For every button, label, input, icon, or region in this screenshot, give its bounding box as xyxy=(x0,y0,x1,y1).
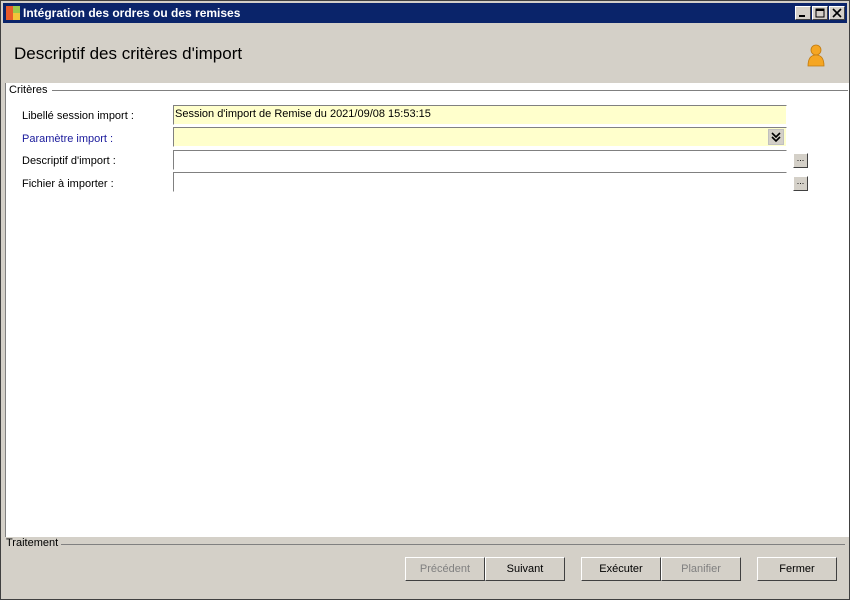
double-chevron-down-icon xyxy=(771,132,781,143)
criteria-panel: Critères Libellé session import : Sessio… xyxy=(5,83,849,537)
import-descriptor-label: Descriptif d'import : xyxy=(22,155,116,167)
app-icon xyxy=(6,6,20,20)
file-browse-button[interactable]: ... xyxy=(793,176,808,191)
close-icon xyxy=(832,8,842,18)
session-label: Libellé session import : xyxy=(22,110,134,122)
window-title: Intégration des ordres ou des remises xyxy=(23,6,241,20)
file-to-import-input[interactable] xyxy=(173,172,787,192)
next-button[interactable]: Suivant xyxy=(485,557,565,581)
minimize-button[interactable] xyxy=(795,6,811,20)
close-button[interactable]: Fermer xyxy=(757,557,837,581)
session-label-input[interactable]: Session d'import de Remise du 2021/09/08… xyxy=(173,105,787,125)
import-parameter-select[interactable] xyxy=(173,127,787,147)
criteria-legend: Critères xyxy=(9,84,52,96)
title-bar[interactable]: Intégration des ordres ou des remises xyxy=(3,3,847,23)
maximize-icon xyxy=(815,8,825,18)
page-header: Descriptif des critères d'import xyxy=(3,23,847,83)
processing-legend: Traitement xyxy=(6,537,62,549)
maximize-button[interactable] xyxy=(812,6,828,20)
user-icon xyxy=(807,44,825,67)
previous-button[interactable]: Précédent xyxy=(405,557,485,581)
criteria-divider xyxy=(52,90,848,91)
processing-divider xyxy=(61,544,845,545)
schedule-button[interactable]: Planifier xyxy=(661,557,741,581)
execute-button[interactable]: Exécuter xyxy=(581,557,661,581)
page-title: Descriptif des critères d'import xyxy=(14,44,243,63)
processing-footer: Traitement Précédent Suivant Exécuter Pl… xyxy=(3,537,847,597)
import-parameter-label[interactable]: Paramètre import : xyxy=(22,133,113,145)
import-descriptor-browse-button[interactable]: ... xyxy=(793,153,808,168)
close-window-button[interactable] xyxy=(829,6,845,20)
import-descriptor-input[interactable] xyxy=(173,150,787,170)
minimize-icon xyxy=(799,15,805,17)
app-window: Intégration des ordres ou des remises De… xyxy=(0,0,850,600)
file-to-import-label: Fichier à importer : xyxy=(22,178,114,190)
dropdown-button[interactable] xyxy=(768,129,784,145)
